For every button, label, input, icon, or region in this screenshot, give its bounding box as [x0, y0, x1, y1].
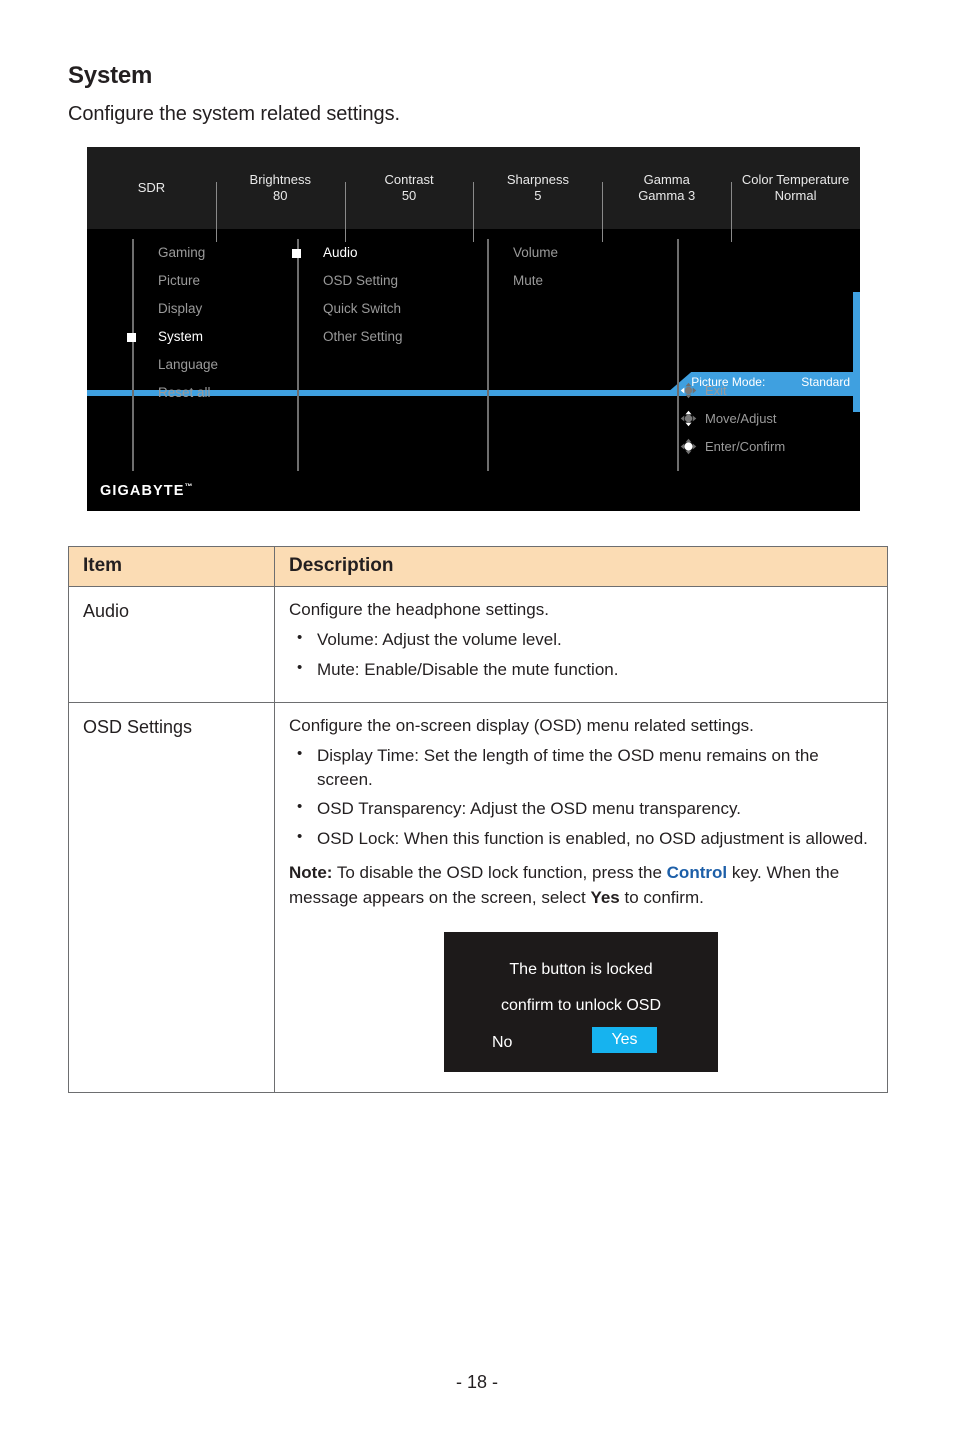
legend-label-move-adjust: Move/Adjust [705, 410, 777, 426]
row-bullet-list: Display Time: Set the length of time the… [289, 743, 873, 851]
osd-top-label: Sharpness [506, 171, 569, 187]
table-row: OSD Settings Configure the on-screen dis… [68, 701, 888, 1094]
osd-top-value: 5 [534, 188, 542, 203]
row-item-audio: Audio [68, 586, 275, 703]
osd-item-quick-switch[interactable]: Quick Switch [297, 295, 482, 323]
osd-item-picture[interactable]: Picture [132, 267, 297, 295]
dpad-updown-icon [679, 409, 698, 428]
note-text-before: To disable the OSD lock function, press … [332, 863, 667, 883]
osd-item-other-setting[interactable]: Other Setting [297, 323, 482, 351]
osd-top-cell-contrast[interactable]: Contrast 50 [344, 171, 474, 241]
osd-top-label: Brightness [249, 171, 311, 187]
osd-top-value: 50 [401, 188, 417, 203]
osd-column-system: Audio OSD Setting Quick Switch Other Set… [292, 239, 482, 471]
osd-top-value: 80 [273, 188, 288, 203]
osd-item-audio[interactable]: Audio [292, 239, 482, 267]
osd-top-label: Color Temperature [741, 171, 850, 187]
row-description-osd-settings: Configure the on-screen display (OSD) me… [274, 701, 888, 1094]
list-item: OSD Transparency: Adjust the OSD menu tr… [289, 796, 873, 821]
row-lead: Configure the on-screen display (OSD) me… [289, 715, 754, 735]
osd-item-system[interactable]: System [127, 323, 297, 351]
osd-body: Gaming Picture Display System Language R… [87, 239, 860, 511]
osd-item-osd-setting[interactable]: OSD Setting [297, 267, 482, 295]
table-header-item: Item [68, 546, 275, 587]
row-item-osd-settings: OSD Settings [68, 701, 275, 1094]
note-bold-yes: Yes [590, 887, 620, 907]
dialog-line-1: The button is locked [509, 961, 653, 979]
dpad-left-icon [679, 381, 698, 400]
dpad-center-icon [679, 437, 698, 456]
list-item: Display Time: Set the length of time the… [289, 743, 873, 792]
osd-menu-screenshot: SDR Brightness 80 Contrast 50 Sharpness … [87, 147, 860, 511]
gigabyte-logo: GIGABYTE™ [100, 482, 193, 499]
list-item: Mute: Enable/Disable the mute function. [289, 657, 873, 682]
osd-top-cell-gamma[interactable]: Gamma Gamma 3 [602, 171, 731, 241]
osd-column-audio: Volume Mute [487, 239, 677, 471]
page-number: - 18 - [455, 1372, 498, 1392]
osd-item-reset-all[interactable]: Reset all [132, 379, 297, 407]
osd-top-label: Contrast [384, 171, 434, 187]
osd-top-label: SDR [137, 179, 166, 195]
osd-navigation-legend: Exit Move/Adjust Enter/Confirm [679, 376, 860, 460]
dialog-line-2: confirm to unlock OSD [500, 997, 662, 1015]
osd-top-cell-sdr[interactable]: SDR [87, 180, 216, 196]
osd-lock-dialog: The button is locked confirm to unlock O… [444, 932, 718, 1073]
osd-top-bar: SDR Brightness 80 Contrast 50 Sharpness … [87, 147, 860, 241]
osd-top-cell-brightness[interactable]: Brightness 80 [215, 171, 345, 241]
page-title: System [68, 62, 153, 89]
table-row: Audio Configure the headphone settings. … [68, 586, 888, 703]
note-accent-control: Control [666, 863, 728, 883]
table-header-row: Item Description [68, 546, 888, 587]
legend-label-exit: Exit [705, 382, 727, 398]
legend-label-enter-confirm: Enter/Confirm [705, 438, 786, 454]
row-bullet-list: Volume: Adjust the volume level. Mute: E… [289, 627, 873, 682]
legend-row-exit: Exit [679, 376, 860, 404]
legend-row-move-adjust: Move/Adjust [679, 404, 860, 432]
page-subtitle: Configure the system related settings. [68, 103, 400, 125]
dialog-no-button[interactable]: No [492, 1032, 512, 1055]
list-item: Volume: Adjust the volume level. [289, 627, 873, 652]
osd-item-gaming[interactable]: Gaming [132, 239, 297, 267]
note-label: Note: [289, 863, 333, 883]
row-lead: Configure the headphone settings. [289, 600, 549, 619]
osd-top-cell-color-temperature[interactable]: Color Temperature Normal [731, 171, 860, 241]
osd-top-value: Normal [774, 188, 817, 203]
settings-table: Item Description Audio Configure the hea… [68, 546, 888, 1094]
osd-top-cell-sharpness[interactable]: Sharpness 5 [473, 171, 602, 241]
legend-row-enter-confirm: Enter/Confirm [679, 432, 860, 460]
gigabyte-wordmark: GIGABYTE [100, 483, 185, 499]
osd-item-language[interactable]: Language [132, 351, 297, 379]
osd-top-value: Gamma 3 [638, 188, 696, 203]
osd-item-volume[interactable]: Volume [487, 239, 677, 267]
list-item: OSD Lock: When this function is enabled,… [289, 826, 873, 851]
row-note: Note: To disable the OSD lock function, … [289, 861, 873, 910]
osd-item-display[interactable]: Display [132, 295, 297, 323]
note-text-after: to confirm. [619, 887, 704, 907]
trademark-icon: ™ [184, 482, 193, 492]
osd-top-label: Gamma [643, 171, 690, 187]
table-header-description: Description [274, 546, 888, 587]
page: System Configure the system related sett… [0, 0, 954, 1438]
osd-column-main: Gaming Picture Display System Language R… [127, 239, 297, 471]
row-description-audio: Configure the headphone settings. Volume… [274, 586, 888, 703]
dialog-yes-button[interactable]: Yes [592, 1027, 657, 1054]
osd-item-mute[interactable]: Mute [487, 267, 677, 295]
